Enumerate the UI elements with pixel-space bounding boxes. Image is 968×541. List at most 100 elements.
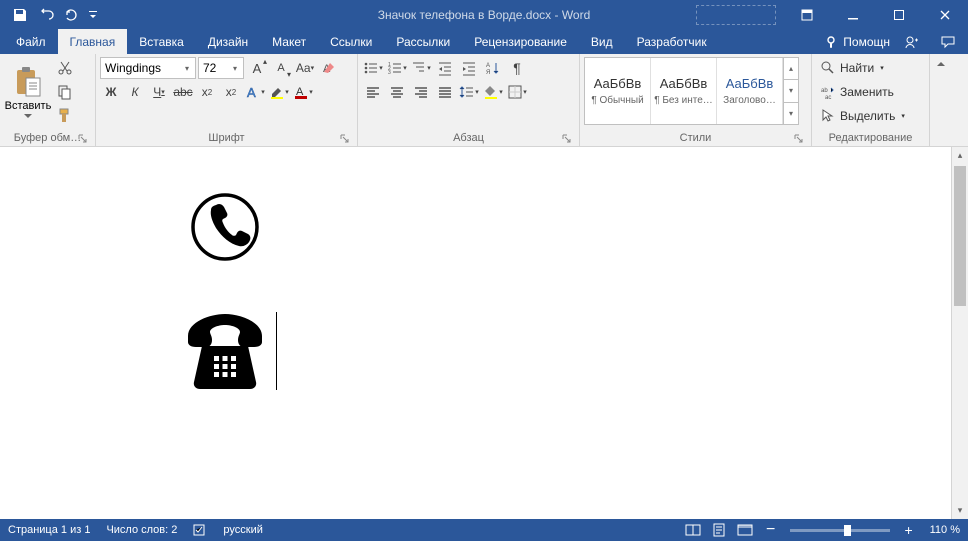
align-right-button[interactable] bbox=[410, 81, 432, 103]
style-normal[interactable]: АаБбВв ¶ Обычный bbox=[585, 58, 651, 124]
superscript-button[interactable]: x2 bbox=[220, 81, 242, 103]
replace-button[interactable]: abac Заменить bbox=[816, 81, 909, 103]
multilevel-list-button[interactable]: ▾ bbox=[410, 57, 432, 79]
tab-design[interactable]: Дизайн bbox=[196, 29, 260, 54]
tab-mailings[interactable]: Рассылки bbox=[384, 29, 462, 54]
zoom-level[interactable]: 110 % bbox=[922, 519, 968, 541]
undo-button[interactable] bbox=[34, 3, 58, 27]
document-page[interactable] bbox=[50, 162, 926, 519]
zoom-in-button[interactable]: + bbox=[896, 519, 922, 541]
scroll-thumb[interactable] bbox=[954, 166, 966, 306]
highlight-button[interactable]: ▾ bbox=[268, 81, 290, 103]
comments-button[interactable] bbox=[934, 27, 962, 56]
group-clipboard: Вставить Буфер обм… bbox=[0, 54, 96, 146]
grow-font-button[interactable]: A▴ bbox=[246, 57, 268, 79]
decrease-indent-button[interactable] bbox=[434, 57, 456, 79]
page-viewport[interactable] bbox=[0, 147, 951, 519]
status-word-count[interactable]: Число слов: 2 bbox=[98, 519, 185, 541]
line-spacing-button[interactable]: ▾ bbox=[458, 81, 480, 103]
italic-button[interactable]: К bbox=[124, 81, 146, 103]
collapse-ribbon-button[interactable] bbox=[930, 54, 952, 146]
style-expand[interactable]: ▾ bbox=[784, 103, 798, 124]
status-language[interactable]: русский bbox=[215, 519, 270, 541]
qat-customize-button[interactable] bbox=[86, 3, 100, 27]
share-button[interactable] bbox=[898, 27, 926, 56]
tab-references[interactable]: Ссылки bbox=[318, 29, 384, 54]
zoom-slider[interactable] bbox=[790, 529, 890, 532]
paragraph-dialog-launcher[interactable] bbox=[561, 133, 573, 145]
underline-button[interactable]: Ч▾ bbox=[148, 81, 170, 103]
group-paragraph: ▾ 123▾ ▾ АЯ ¶ ▾ ▾ ▾ bbox=[358, 54, 580, 146]
vertical-scrollbar[interactable]: ▴ ▾ bbox=[951, 147, 968, 519]
align-center-button[interactable] bbox=[386, 81, 408, 103]
tab-file[interactable]: Файл bbox=[4, 29, 58, 54]
zoom-out-button[interactable]: − bbox=[758, 519, 784, 541]
select-button[interactable]: Выделить▾ bbox=[816, 105, 909, 127]
scroll-down-button[interactable]: ▾ bbox=[952, 502, 968, 519]
clear-formatting-button[interactable]: A bbox=[318, 57, 340, 79]
account-placeholder[interactable] bbox=[696, 5, 776, 25]
group-font-label: Шрифт bbox=[100, 130, 353, 146]
borders-button[interactable]: ▾ bbox=[506, 81, 528, 103]
close-button[interactable] bbox=[922, 0, 968, 29]
minimize-button[interactable] bbox=[830, 0, 876, 29]
tab-insert[interactable]: Вставка bbox=[127, 29, 196, 54]
tab-home[interactable]: Главная bbox=[58, 29, 128, 54]
scroll-up-button[interactable]: ▴ bbox=[952, 147, 968, 164]
copy-button[interactable] bbox=[54, 81, 76, 103]
tell-me-button[interactable]: Помощн bbox=[825, 35, 890, 49]
cut-button[interactable] bbox=[54, 57, 76, 79]
svg-text:ab: ab bbox=[821, 88, 828, 94]
phone-desk-symbol bbox=[180, 312, 270, 390]
tab-view[interactable]: Вид bbox=[579, 29, 625, 54]
view-read-mode[interactable] bbox=[680, 519, 706, 541]
change-case-button[interactable]: Aa▾ bbox=[294, 57, 316, 79]
font-size-combo[interactable]: 72▾ bbox=[198, 57, 244, 79]
justify-button[interactable] bbox=[434, 81, 456, 103]
text-effects-button[interactable]: A▾ bbox=[244, 81, 266, 103]
clipboard-dialog-launcher[interactable] bbox=[77, 133, 89, 145]
font-color-button[interactable]: A▾ bbox=[292, 81, 314, 103]
style-no-spacing[interactable]: АаБбВв ¶ Без инте… bbox=[651, 58, 717, 124]
view-web-layout[interactable] bbox=[732, 519, 758, 541]
svg-text:A: A bbox=[247, 85, 256, 100]
font-dialog-launcher[interactable] bbox=[339, 133, 351, 145]
tab-layout[interactable]: Макет bbox=[260, 29, 318, 54]
styles-dialog-launcher[interactable] bbox=[793, 133, 805, 145]
scroll-track[interactable] bbox=[952, 164, 968, 502]
group-styles: АаБбВв ¶ Обычный АаБбВв ¶ Без инте… АаБб… bbox=[580, 54, 812, 146]
group-editing-label: Редактирование bbox=[816, 130, 925, 146]
maximize-button[interactable] bbox=[876, 0, 922, 29]
redo-button[interactable] bbox=[60, 3, 84, 27]
increase-indent-button[interactable] bbox=[458, 57, 480, 79]
status-spellcheck[interactable] bbox=[185, 519, 215, 541]
style-heading1[interactable]: АаБбВв Заголово… bbox=[717, 58, 783, 124]
show-marks-button[interactable]: ¶ bbox=[506, 57, 528, 79]
numbering-button[interactable]: 123▾ bbox=[386, 57, 408, 79]
shading-button[interactable]: ▾ bbox=[482, 81, 504, 103]
shrink-font-button[interactable]: A▾ bbox=[270, 57, 292, 79]
save-button[interactable] bbox=[8, 3, 32, 27]
zoom-slider-thumb[interactable] bbox=[844, 525, 851, 536]
bullets-button[interactable]: ▾ bbox=[362, 57, 384, 79]
style-scroll-down[interactable]: ▾ bbox=[784, 80, 798, 102]
svg-text:А: А bbox=[486, 63, 490, 69]
svg-text:Я: Я bbox=[486, 70, 490, 76]
paste-button[interactable]: Вставить bbox=[4, 57, 52, 127]
align-left-button[interactable] bbox=[362, 81, 384, 103]
tab-review[interactable]: Рецензирование bbox=[462, 29, 579, 54]
subscript-button[interactable]: x2 bbox=[196, 81, 218, 103]
ribbon-display-options-button[interactable] bbox=[784, 0, 830, 29]
style-scroll-up[interactable]: ▴ bbox=[784, 58, 798, 80]
sort-button[interactable]: АЯ bbox=[482, 57, 504, 79]
style-gallery: АаБбВв ¶ Обычный АаБбВв ¶ Без инте… АаБб… bbox=[584, 57, 799, 125]
format-painter-button[interactable] bbox=[54, 105, 76, 127]
tab-developer[interactable]: Разработчик bbox=[625, 29, 719, 54]
font-name-combo[interactable]: Wingdings▾ bbox=[100, 57, 196, 79]
bold-button[interactable]: Ж bbox=[100, 81, 122, 103]
view-print-layout[interactable] bbox=[706, 519, 732, 541]
find-button[interactable]: Найти▾ bbox=[816, 57, 909, 79]
group-styles-label: Стили bbox=[584, 130, 807, 146]
status-page[interactable]: Страница 1 из 1 bbox=[0, 519, 98, 541]
strikethrough-button[interactable]: abc bbox=[172, 81, 194, 103]
